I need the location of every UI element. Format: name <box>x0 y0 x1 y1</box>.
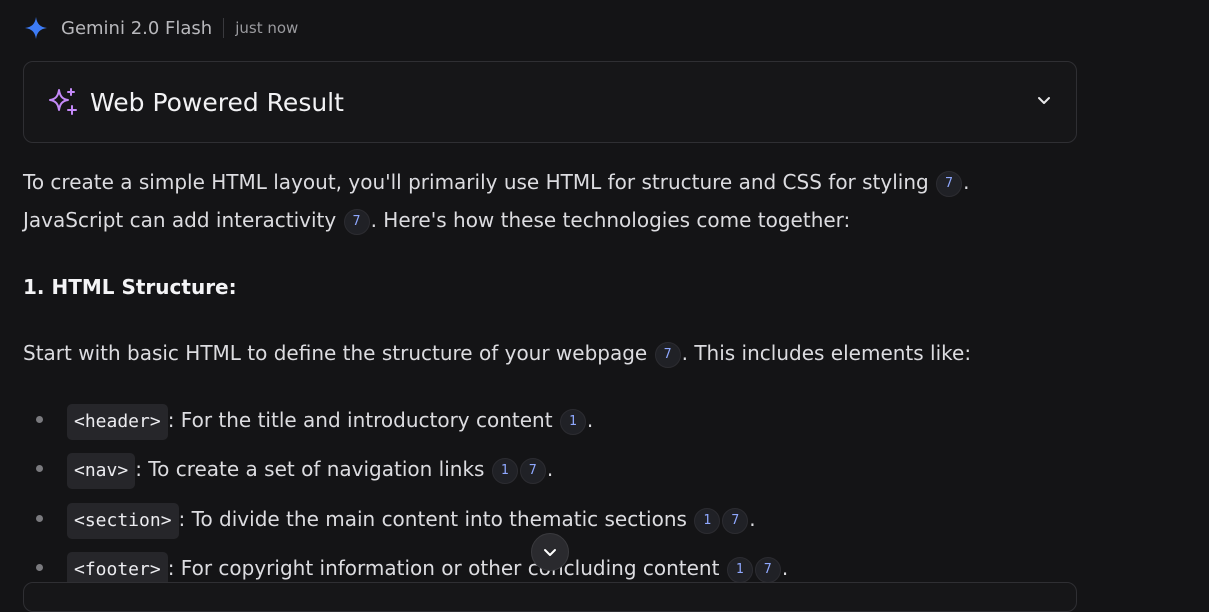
list-item: <nav>: To create a set of navigation lin… <box>67 453 553 489</box>
list-item-text: : To divide the main content into themat… <box>178 507 687 531</box>
list-item-text: : To create a set of navigation links <box>135 457 485 481</box>
citation-chip[interactable]: 1 <box>694 507 721 534</box>
citation-chip[interactable]: 7 <box>754 556 781 583</box>
card-title: Web Powered Result <box>90 87 344 117</box>
bullet-dot <box>36 564 43 571</box>
citation-chip[interactable]: 1 <box>491 457 518 484</box>
punctuation: . <box>963 170 970 194</box>
list-item: <section>: To divide the main content in… <box>67 503 756 539</box>
scroll-down-button[interactable] <box>531 533 569 571</box>
structure-paragraph: Start with basic HTML to define the stru… <box>23 338 971 368</box>
sparkles-icon <box>46 85 80 119</box>
message-header: Gemini 2.0 Flash just now <box>24 14 298 42</box>
punctuation: . <box>546 457 554 481</box>
chevron-down-icon[interactable] <box>1034 90 1054 110</box>
structure-text: Start with basic HTML to define the stru… <box>23 341 648 365</box>
intro-text-1: To create a simple HTML layout, you'll p… <box>23 170 929 194</box>
list-item-text: : For copyright information or other con… <box>167 556 720 580</box>
code-snippet: <section> <box>67 503 179 539</box>
citation-chip[interactable]: 7 <box>343 208 370 235</box>
web-result-card[interactable]: Web Powered Result <box>23 61 1077 143</box>
citation-chip[interactable]: 7 <box>519 457 546 484</box>
model-name: Gemini 2.0 Flash <box>61 17 213 39</box>
citation-chip[interactable]: 7 <box>722 507 749 534</box>
section-heading: 1. HTML Structure: <box>23 275 237 299</box>
timestamp: just now <box>235 19 299 37</box>
punctuation: . <box>586 408 594 432</box>
intro-text-2: JavaScript can add interactivity <box>23 208 337 232</box>
list-item: <header>: For the title and introductory… <box>67 404 593 440</box>
bullet-dot <box>36 515 43 522</box>
structure-text-end: . This includes elements like: <box>681 341 972 365</box>
citation-chip[interactable]: 7 <box>654 341 681 368</box>
list-item-text: : For the title and introductory content <box>167 408 553 432</box>
punctuation: . <box>781 556 789 580</box>
intro-line-2: JavaScript can add interactivity 7. Here… <box>23 205 850 235</box>
gemini-spark-icon <box>24 16 48 40</box>
code-snippet: <header> <box>67 404 168 440</box>
bullet-dot <box>36 465 43 472</box>
citation-chip[interactable]: 1 <box>559 408 586 435</box>
code-snippet: <nav> <box>67 453 136 489</box>
header-divider <box>223 18 225 38</box>
intro-line-1: To create a simple HTML layout, you'll p… <box>23 167 969 197</box>
punctuation: . <box>749 507 756 531</box>
bullet-dot <box>36 416 43 423</box>
intro-text-3: . Here's how these technologies come tog… <box>370 208 851 232</box>
citation-chip[interactable]: 1 <box>726 556 753 583</box>
citation-chip[interactable]: 7 <box>936 170 963 197</box>
composer-input-area[interactable] <box>23 582 1077 612</box>
chevron-down-icon <box>541 543 559 561</box>
